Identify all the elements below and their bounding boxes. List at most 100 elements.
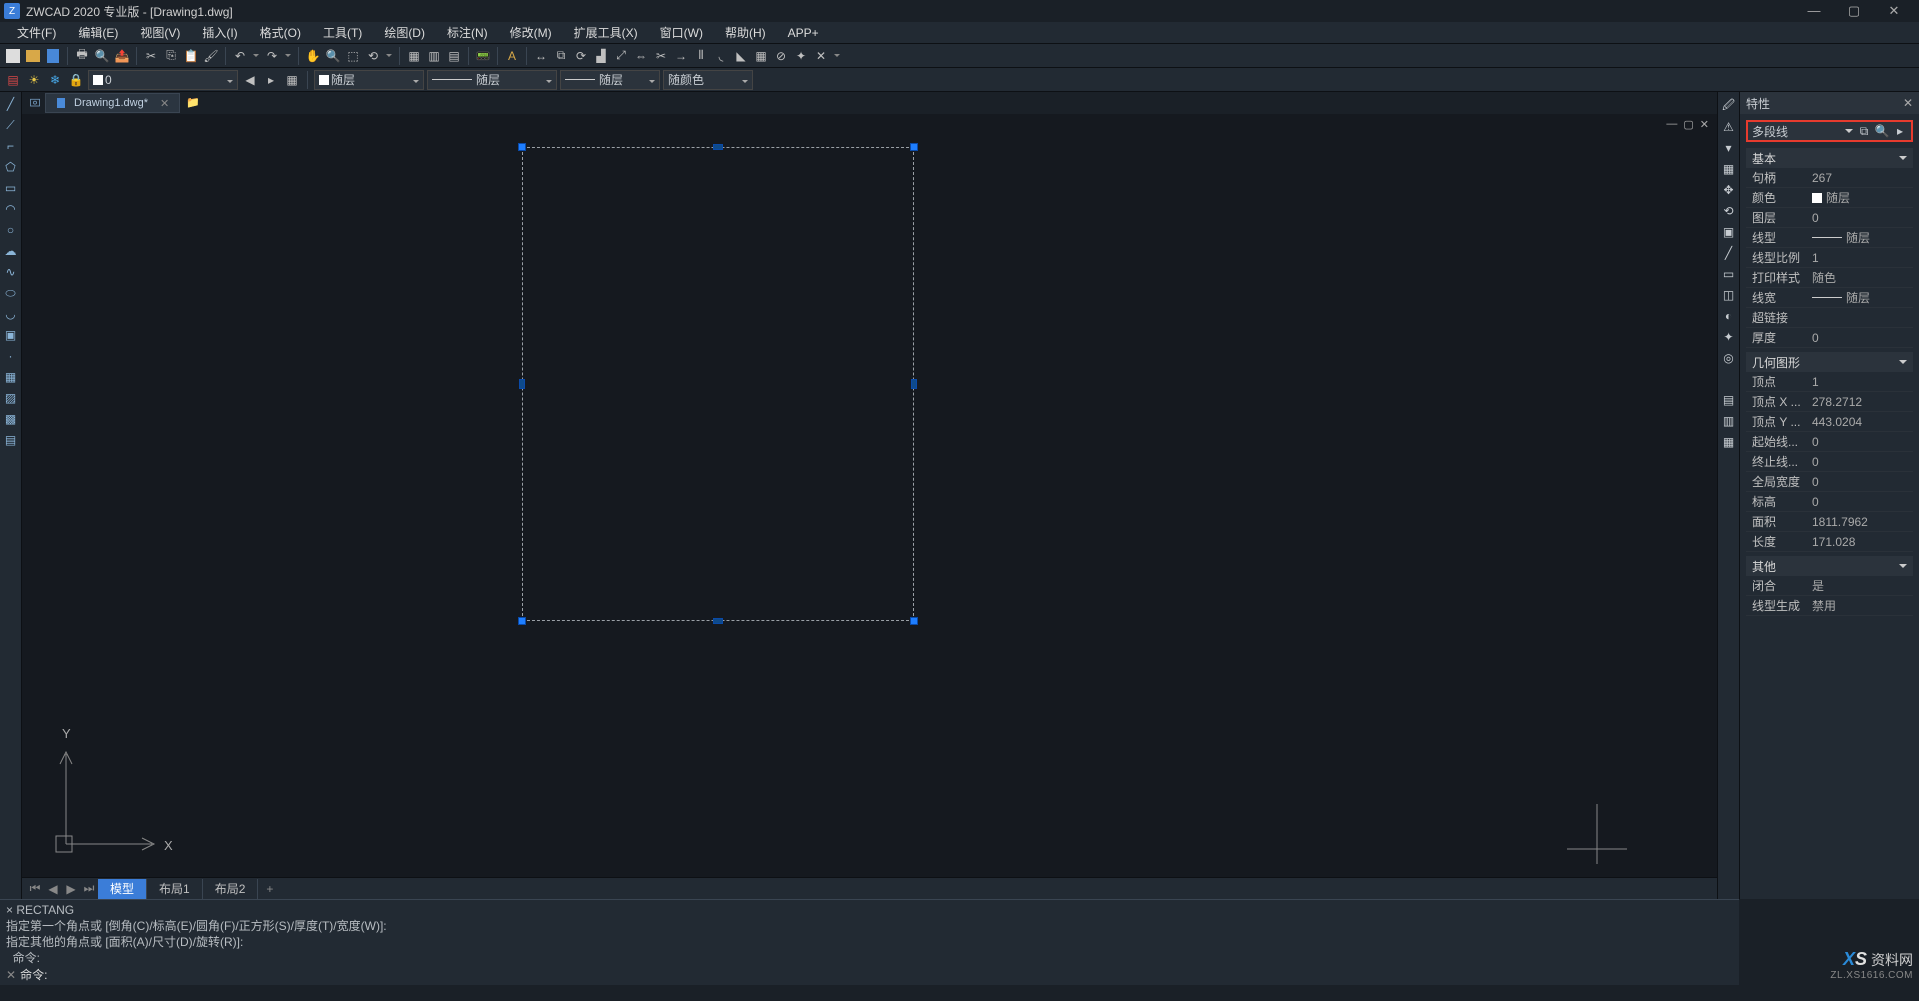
point-icon[interactable]: · [2,347,20,365]
grip-mid-top[interactable] [713,144,723,150]
menu-insert[interactable]: 插入(I) [191,22,248,44]
color-combo[interactable]: 随层 [314,70,424,90]
undo-dropdown[interactable] [251,47,261,65]
select-objects-icon[interactable]: 🔍 [1875,124,1889,138]
zoom-window-icon[interactable]: ⬚ [344,47,362,65]
modify-trim-icon[interactable]: ✂ [652,47,670,65]
tool-e-icon[interactable]: ✥ [1721,182,1737,198]
tab-model[interactable]: 模型 [98,879,147,899]
tab-nav-first-icon[interactable]: ⏮ [26,880,44,898]
tab-nav-last-icon[interactable]: ⏭ [80,880,98,898]
properties-selection-combo[interactable]: 多段线 ⧉ 🔍 ▸ [1746,120,1913,142]
tool-f-icon[interactable]: ⟲ [1721,203,1737,219]
tool-k-icon[interactable]: ◐ [1721,308,1737,324]
modify-erase-icon[interactable]: ✕ [812,47,830,65]
text-style-icon[interactable]: A [503,47,521,65]
tool-b-icon[interactable]: ⚠ [1721,119,1737,135]
drawing-canvas[interactable]: — ▢ ✕ Y [22,114,1717,877]
menu-draw[interactable]: 绘图(D) [373,22,436,44]
grip-top-left[interactable] [518,143,526,151]
grip-mid-right[interactable] [911,379,917,389]
tool-n-icon[interactable]: ▤ [1721,392,1737,408]
layer-prev-icon[interactable]: ◀ [241,71,259,89]
zoom-realtime-icon[interactable]: 🔍 [324,47,342,65]
layer-freeze-icon[interactable]: ❄ [46,71,64,89]
doc-tab-close-icon[interactable]: ✕ [160,97,169,110]
modify-scale-icon[interactable]: ⤢ [612,47,630,65]
open-file-icon[interactable] [24,47,42,65]
tab-add-icon[interactable]: + [258,882,281,896]
zoom-previous-icon[interactable]: ⟲ [364,47,382,65]
menu-modify[interactable]: 修改(M) [499,22,563,44]
quick-select-icon[interactable]: ⧉ [1857,124,1871,138]
property-row[interactable]: 打印样式随色 [1746,268,1913,288]
menu-format[interactable]: 格式(O) [249,22,312,44]
property-row[interactable]: 终止线...0 [1746,452,1913,472]
menu-file[interactable]: 文件(F) [6,22,67,44]
copy-icon[interactable]: ⎘ [162,47,180,65]
doc-tab-active[interactable]: Drawing1.dwg* ✕ [45,93,180,113]
lineweight-combo[interactable]: 随层 [560,70,660,90]
design-center-icon[interactable]: ▥ [425,47,443,65]
property-row[interactable]: 标高0 [1746,492,1913,512]
paste-icon[interactable]: 📋 [182,47,200,65]
tool-c-icon[interactable]: ▾ [1721,140,1737,156]
properties-icon[interactable]: ▦ [405,47,423,65]
redo-icon[interactable]: ↷ [263,47,281,65]
modify-mirror-icon[interactable]: ▟ [592,47,610,65]
grip-bottom-right[interactable] [910,617,918,625]
menu-extend[interactable]: 扩展工具(X) [563,22,649,44]
property-row[interactable]: 长度171.028 [1746,532,1913,552]
modify-stretch-icon[interactable]: ⇔ [632,47,650,65]
tool-i-icon[interactable]: ▭ [1721,266,1737,282]
modify-rotate-icon[interactable]: ⟳ [572,47,590,65]
property-row[interactable]: 全局宽度0 [1746,472,1913,492]
menu-edit[interactable]: 编辑(E) [67,22,129,44]
tool-l-icon[interactable]: ✦ [1721,329,1737,345]
layer-states-icon[interactable]: ▦ [283,71,301,89]
tab-nav-next-icon[interactable]: ▶ [62,880,80,898]
pan-icon[interactable]: ✋ [304,47,322,65]
modify-move-icon[interactable]: ↔ [532,47,550,65]
tab-nav-prev-icon[interactable]: ◀ [44,880,62,898]
modify-extend-icon[interactable]: → [672,47,690,65]
layer-on-icon[interactable]: ☀ [25,71,43,89]
property-row[interactable]: 颜色随层 [1746,188,1913,208]
property-row[interactable]: 句柄267 [1746,168,1913,188]
arc-icon[interactable]: ◠ [2,200,20,218]
view-min-icon[interactable]: — [1666,118,1677,131]
tool-j-icon[interactable]: ◫ [1721,287,1737,303]
view-max-icon[interactable]: ▢ [1683,118,1693,131]
line-icon[interactable]: ╱ [2,95,20,113]
layer-manager-icon[interactable]: ▤ [4,71,22,89]
property-row[interactable]: 顶点1 [1746,372,1913,392]
menu-tools[interactable]: 工具(T) [312,22,373,44]
region-icon[interactable]: ▩ [2,410,20,428]
menu-view[interactable]: 视图(V) [129,22,191,44]
tab-layout1[interactable]: 布局1 [147,879,203,899]
modify-dropdown[interactable] [832,47,842,65]
print-icon[interactable]: 🖶 [73,47,91,65]
tool-g-icon[interactable]: ▣ [1721,224,1737,240]
view-cube-icon[interactable] [25,97,45,109]
tool-m-icon[interactable]: ◎ [1721,350,1737,366]
tab-layout2[interactable]: 布局2 [203,879,259,899]
minimize-button[interactable]: — [1805,3,1823,19]
new-file-icon[interactable] [4,47,22,65]
grip-bottom-left[interactable] [518,617,526,625]
section-other-header[interactable]: 其他 [1746,556,1913,576]
hatch-icon[interactable]: ▦ [2,368,20,386]
tool-palettes-icon[interactable]: ▤ [445,47,463,65]
redo-dropdown[interactable] [283,47,293,65]
menu-help[interactable]: 帮助(H) [714,22,777,44]
modify-break-icon[interactable]: ⊘ [772,47,790,65]
section-basic-header[interactable]: 基本 [1746,148,1913,168]
grip-mid-bottom[interactable] [713,618,723,624]
command-clear-icon[interactable]: ✕ [6,968,16,982]
property-row[interactable]: 线型生成禁用 [1746,596,1913,616]
zoom-dropdown[interactable] [384,47,394,65]
plotstyle-combo[interactable]: 随颜色 [663,70,753,90]
modify-array-icon[interactable]: ▦ [752,47,770,65]
property-row[interactable]: 图层0 [1746,208,1913,228]
block-icon[interactable]: ▣ [2,326,20,344]
